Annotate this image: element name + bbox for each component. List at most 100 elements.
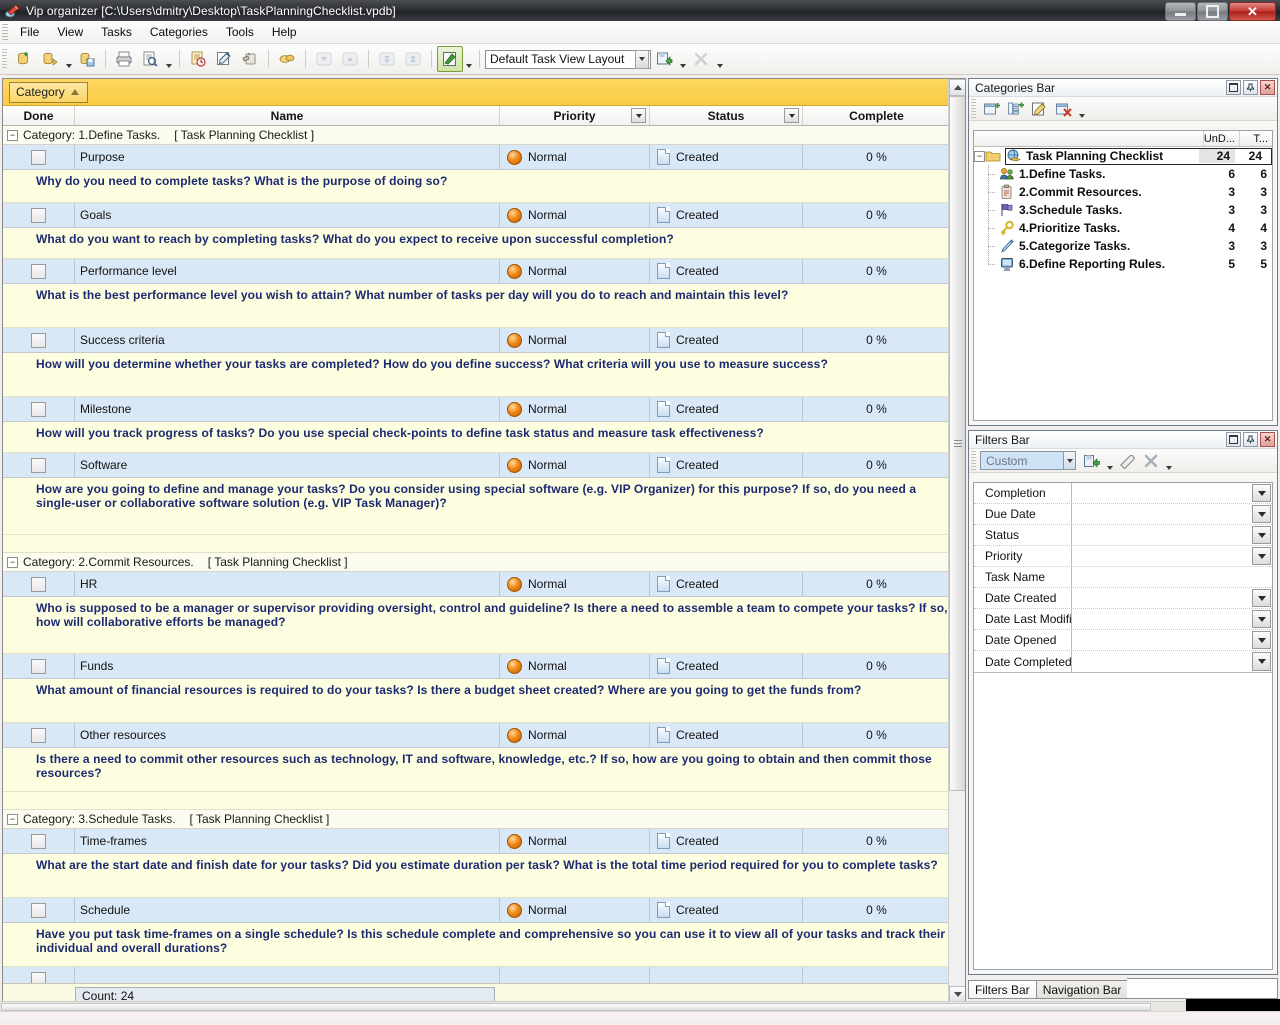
scroll-up-button[interactable] — [949, 79, 966, 96]
name-cell[interactable] — [75, 967, 500, 983]
restore-button[interactable] — [1197, 2, 1228, 21]
done-checkbox[interactable] — [31, 577, 46, 592]
filter-row-completion[interactable]: Completion — [974, 483, 1272, 504]
filter-row-priority[interactable]: Priority — [974, 546, 1272, 567]
table-row[interactable]: HR Normal Created 0 % — [3, 572, 965, 597]
tree-expander[interactable]: − — [974, 147, 985, 165]
tree-item-categorize-tasks[interactable]: 5.Categorize Tasks. 3 3 — [974, 237, 1272, 255]
task-view-layout-dropdown[interactable] — [463, 46, 474, 72]
print-preview-icon[interactable] — [137, 46, 163, 72]
priority-cell[interactable]: Normal — [500, 397, 650, 421]
done-checkbox[interactable] — [31, 333, 46, 348]
category-group-header[interactable]: − Category: 3.Schedule Tasks. [ Task Pla… — [3, 810, 965, 829]
horizontal-scroll-thumb[interactable] — [1, 1003, 1151, 1011]
save-filter-dropdown[interactable] — [1104, 448, 1115, 474]
done-cell[interactable] — [3, 328, 75, 352]
complete-cell[interactable]: 0 % — [803, 898, 950, 922]
priority-cell[interactable]: Normal — [500, 898, 650, 922]
complete-cell[interactable]: 0 % — [803, 572, 950, 596]
name-cell[interactable]: Purpose — [75, 145, 500, 169]
table-row[interactable]: Software Normal Created 0 % — [3, 453, 965, 478]
name-cell[interactable]: Success criteria — [75, 328, 500, 352]
task-description[interactable]: How will you track progress of tasks? Do… — [3, 422, 965, 453]
tree-header-total[interactable]: T... — [1240, 131, 1272, 146]
status-cell[interactable]: Created — [650, 898, 803, 922]
categories-panel-caption[interactable]: Categories Bar ✕ — [969, 79, 1277, 97]
done-checkbox[interactable] — [31, 834, 46, 849]
task-description[interactable]: What is the best performance level you w… — [3, 284, 965, 328]
table-row[interactable]: Funds Normal Created 0 % — [3, 654, 965, 679]
table-row[interactable]: Other resources Normal Created 0 % — [3, 723, 965, 748]
new-category-icon[interactable] — [980, 98, 1004, 120]
scroll-thumb[interactable] — [949, 96, 966, 791]
done-cell[interactable] — [3, 898, 75, 922]
tree-item-schedule-tasks[interactable]: 3.Schedule Tasks. 3 3 — [974, 201, 1272, 219]
group-by-band[interactable]: Category — [3, 79, 965, 106]
name-cell[interactable]: Funds — [75, 654, 500, 678]
menu-tasks[interactable]: Tasks — [92, 22, 141, 42]
column-header-complete[interactable]: Complete — [803, 106, 950, 125]
assign-icon[interactable] — [274, 46, 300, 72]
close-button[interactable]: ✕ — [1229, 2, 1276, 21]
move-up-icon[interactable] — [337, 46, 363, 72]
save-database-icon[interactable] — [74, 46, 100, 72]
task-description[interactable]: Is there a need to commit other resource… — [3, 748, 965, 792]
tab-filters-bar[interactable]: Filters Bar — [968, 980, 1037, 999]
name-cell[interactable]: Milestone — [75, 397, 500, 421]
filter-row-task-name[interactable]: Task Name — [974, 567, 1272, 588]
grid-vertical-scrollbar[interactable] — [948, 79, 965, 1003]
task-description[interactable]: Who is supposed to be a manager or super… — [3, 597, 965, 654]
save-layout-icon[interactable] — [651, 46, 677, 72]
task-description[interactable]: What are the start date and finish date … — [3, 854, 965, 898]
done-cell[interactable] — [3, 203, 75, 227]
filters-panel-caption[interactable]: Filters Bar ✕ — [969, 431, 1277, 449]
filter-row-date-last-modified[interactable]: Date Last Modifie — [974, 609, 1272, 630]
priority-cell[interactable] — [500, 967, 650, 983]
status-cell[interactable]: Created — [650, 572, 803, 596]
menu-file[interactable]: File — [11, 22, 48, 42]
layout-combo[interactable]: Default Task View Layout — [485, 50, 651, 69]
categories-toolbar-grip[interactable] — [971, 99, 976, 119]
done-checkbox[interactable] — [31, 264, 46, 279]
task-description[interactable]: What amount of financial resources is re… — [3, 679, 965, 723]
filter-dropdown-button[interactable] — [1252, 547, 1271, 565]
filter-value[interactable] — [1072, 525, 1251, 545]
move-bottom-icon[interactable] — [374, 46, 400, 72]
column-header-priority[interactable]: Priority — [500, 106, 650, 125]
done-cell[interactable] — [3, 145, 75, 169]
clear-filter-icon[interactable] — [1115, 450, 1139, 472]
complete-cell[interactable]: 0 % — [803, 453, 950, 477]
priority-cell[interactable]: Normal — [500, 453, 650, 477]
filter-value[interactable] — [1072, 609, 1251, 629]
table-row[interactable]: Success criteria Normal Created 0 % — [3, 328, 965, 353]
table-row[interactable]: Schedule Normal Created 0 % — [3, 898, 965, 923]
done-cell[interactable] — [3, 259, 75, 283]
tree-root-selection[interactable]: Task Planning Checklist 24 24 — [1005, 148, 1272, 165]
status-cell[interactable]: Created — [650, 723, 803, 747]
edit-category-icon[interactable] — [1028, 98, 1052, 120]
status-cell[interactable]: Created — [650, 203, 803, 227]
filter-dropdown-button[interactable] — [1252, 589, 1271, 607]
column-header-done[interactable]: Done — [3, 106, 75, 125]
table-row[interactable] — [3, 967, 965, 983]
complete-cell[interactable]: 0 % — [803, 145, 950, 169]
status-cell[interactable]: Created — [650, 397, 803, 421]
priority-cell[interactable]: Normal — [500, 572, 650, 596]
close-icon[interactable]: ✕ — [1260, 432, 1275, 447]
toolbar-grip[interactable] — [2, 49, 7, 69]
task-description[interactable]: What do you want to reach by completing … — [3, 228, 965, 259]
categories-toolbar-overflow[interactable] — [1076, 96, 1087, 122]
new-database-icon[interactable] — [11, 46, 37, 72]
filters-toolbar-grip[interactable] — [971, 451, 976, 471]
task-description[interactable]: Why do you need to complete tasks? What … — [3, 170, 965, 203]
complete-cell[interactable]: 0 % — [803, 654, 950, 678]
filter-row-date-created[interactable]: Date Created — [974, 588, 1272, 609]
filter-row-due-date[interactable]: Due Date — [974, 504, 1272, 525]
column-header-status[interactable]: Status — [650, 106, 803, 125]
task-view-layout-icon[interactable] — [437, 46, 463, 72]
filter-value[interactable] — [1072, 567, 1272, 587]
done-cell[interactable] — [3, 453, 75, 477]
complete-cell[interactable]: 0 % — [803, 203, 950, 227]
table-row[interactable]: Goals Normal Created 0 % — [3, 203, 965, 228]
menu-view[interactable]: View — [48, 22, 92, 42]
